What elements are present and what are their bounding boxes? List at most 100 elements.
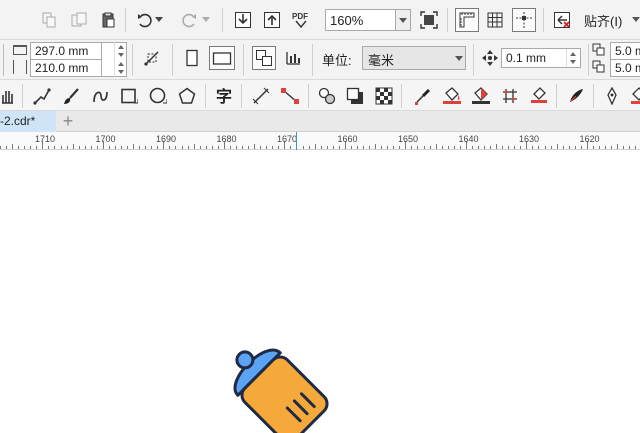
ruler-tick [490, 146, 492, 149]
separator [473, 44, 474, 76]
ruler-tick [435, 144, 437, 149]
color-eyedropper-icon[interactable] [412, 85, 434, 107]
chevron-down-icon[interactable] [455, 56, 463, 61]
ruler-tick [338, 146, 340, 149]
duplicate-y-input[interactable]: 5.0 m [610, 59, 640, 77]
show-grid-icon[interactable] [484, 9, 506, 31]
document-tab[interactable]: -2.cdr* [0, 111, 56, 132]
outline-pen-icon[interactable] [565, 85, 587, 107]
landscape-icon[interactable] [209, 46, 235, 70]
ruler-tick [598, 146, 600, 149]
undo-dropdown-icon[interactable] [153, 9, 165, 31]
publish-pdf-icon[interactable]: PDF [290, 9, 312, 31]
redo-icon[interactable] [178, 9, 200, 31]
duplicate-x-input[interactable]: 5.0 m [610, 42, 640, 60]
pan-tool-icon[interactable] [0, 85, 18, 107]
ruler-tick [477, 146, 479, 149]
polygon-tool-icon[interactable] [176, 85, 198, 107]
ruler-tick [369, 146, 371, 149]
ruler-tick [211, 146, 213, 149]
page-width-input[interactable]: 297.0 mm [30, 42, 102, 60]
ruler-tick [24, 146, 26, 149]
ruler-tick [229, 146, 231, 149]
ellipse-tool-icon[interactable] [147, 85, 169, 107]
page-height-input[interactable]: 210.0 mm [30, 59, 102, 77]
paste-icon[interactable] [97, 9, 119, 31]
pen-nib-icon[interactable] [601, 85, 623, 107]
ruler-tick [447, 146, 449, 149]
units-dropdown[interactable]: 毫米 [362, 46, 466, 70]
ruler-tick [254, 144, 256, 149]
portrait-icon[interactable] [181, 47, 203, 69]
ruler-tick [453, 146, 455, 149]
eraser-fill-icon[interactable] [528, 85, 550, 107]
ruler-tick [248, 146, 250, 149]
nudge-distance-spinner[interactable] [566, 49, 578, 67]
ruler-tick [508, 146, 510, 149]
rotate-page-icon[interactable] [141, 47, 163, 69]
ruler-tick [496, 144, 498, 149]
show-rulers-icon[interactable] [455, 8, 479, 32]
all-pages-icon[interactable] [252, 46, 276, 70]
separator [243, 44, 244, 76]
bezier-curve-icon[interactable] [89, 85, 111, 107]
ruler-label: 1680 [216, 134, 237, 144]
ruler-tick [532, 146, 534, 149]
import-icon[interactable] [232, 9, 254, 31]
ruler-tick [78, 146, 80, 149]
page-height-spinner[interactable] [114, 59, 126, 77]
snap-to-menu[interactable]: 贴齐(I) [584, 11, 622, 30]
fill-bucket-icon[interactable] [627, 85, 640, 107]
zoom-dropdown-button[interactable] [395, 9, 411, 31]
drop-shadow-tool-icon[interactable] [344, 85, 366, 107]
horizontal-ruler[interactable]: 1710 1700 1690 1680 1670 1660 1650 1640 1630 1620 [0, 132, 640, 150]
drawing-canvas[interactable] [0, 150, 640, 433]
rectangle-tool-icon[interactable] [118, 85, 140, 107]
ruler-tick [169, 146, 171, 149]
ruler-tick [175, 146, 177, 149]
chevron-down-icon[interactable] [632, 17, 640, 22]
connector-tool-icon[interactable] [279, 85, 301, 107]
redo-dropdown-icon[interactable] [200, 9, 212, 31]
show-guidelines-icon[interactable] [512, 8, 536, 32]
text-tool-icon[interactable]: 字 [213, 85, 235, 107]
snap-off-icon[interactable] [551, 9, 573, 31]
page-width-spinner[interactable] [114, 42, 126, 60]
ruler-tick [290, 146, 292, 149]
ruler-tick [235, 146, 237, 149]
smart-fill-icon[interactable] [470, 85, 492, 107]
standard-toolbar [0, 0, 640, 40]
ruler-tick [36, 146, 38, 149]
ruler-tick [127, 146, 129, 149]
full-screen-icon[interactable] [418, 9, 440, 31]
transparency-tool-icon[interactable] [373, 85, 395, 107]
ruler-tick [605, 146, 606, 149]
zoom-level-input[interactable]: 160% [325, 9, 397, 31]
blend-tool-icon[interactable] [316, 85, 338, 107]
ruler-tick [393, 146, 395, 149]
ruler-tick [54, 146, 56, 149]
ruler-tick [580, 146, 582, 149]
ruler-tick [60, 146, 62, 149]
copy-icon[interactable] [38, 9, 60, 31]
ruler-tick [181, 146, 183, 149]
ruler-tick [514, 146, 516, 149]
ruler-tick [381, 146, 383, 149]
ruler-tick [574, 146, 576, 149]
ruler-tick [66, 146, 68, 149]
duplicate-icon[interactable] [68, 9, 90, 31]
ruler-tick [617, 144, 619, 149]
current-page-icon[interactable] [282, 47, 304, 69]
baby-bottle-graphic[interactable] [0, 150, 640, 433]
mesh-fill-icon[interactable] [499, 85, 521, 107]
export-icon[interactable] [261, 9, 283, 31]
artistic-media-tool-icon[interactable] [60, 85, 82, 107]
freehand-tool-icon[interactable] [31, 85, 53, 107]
ruler-tick [48, 146, 50, 149]
parallel-dimension-icon[interactable] [250, 85, 272, 107]
toolbar-grip[interactable] [0, 44, 4, 76]
new-document-tab-button[interactable]: + [58, 112, 78, 131]
separator [543, 8, 544, 32]
interactive-fill-icon[interactable] [441, 85, 463, 107]
ruler-tick [145, 146, 147, 149]
